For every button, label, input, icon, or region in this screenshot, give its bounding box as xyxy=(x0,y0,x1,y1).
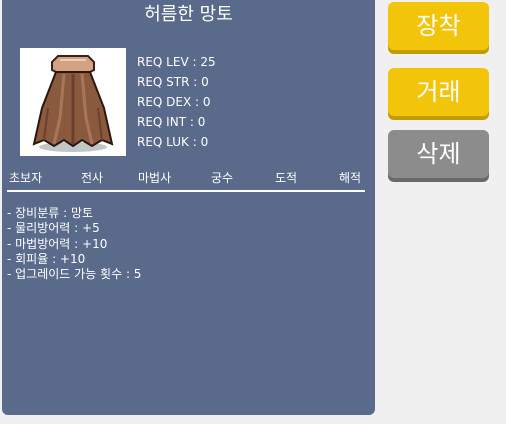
req-str: REQ STR : 0 xyxy=(137,75,209,89)
job-beginner: 초보자 xyxy=(9,171,43,185)
req-dex: REQ DEX : 0 xyxy=(137,95,211,109)
job-warrior: 전사 xyxy=(81,171,104,185)
job-thief: 도적 xyxy=(275,171,298,185)
job-bowman: 궁수 xyxy=(211,171,234,185)
stat-category: - 장비분류 : 망토 xyxy=(7,206,94,220)
item-icon-frame xyxy=(20,48,126,156)
trade-button[interactable]: 거래 xyxy=(388,68,489,116)
equip-button[interactable]: 장착 xyxy=(388,2,489,50)
stat-avoidability: - 회피율 : +10 xyxy=(7,251,86,266)
req-level: REQ LEV : 25 xyxy=(137,55,216,69)
divider xyxy=(7,190,365,192)
delete-button[interactable]: 삭제 xyxy=(388,130,489,178)
req-int: REQ INT : 0 xyxy=(137,115,206,129)
job-magician: 마법사 xyxy=(138,171,172,185)
job-pirate: 해적 xyxy=(339,171,362,185)
item-stats: - 장비분류 : 망토 - 물리방어력 : +5 - 마법방어력 : +10 -… xyxy=(7,206,141,282)
stat-upgrade-slots: - 업그레이드 가능 횟수 : 5 xyxy=(7,267,142,282)
stat-physical-defense: - 물리방어력 : +5 xyxy=(7,221,100,236)
stat-magic-defense: - 마법방어력 : +10 xyxy=(7,236,108,251)
job-list: 초보자 전사 마법사 궁수 도적 해적 xyxy=(2,170,375,186)
item-tooltip: 허름한 망토 REQ LEV : 25 REQ STR : 0 REQ DEX … xyxy=(2,0,375,415)
req-luk: REQ LUK : 0 xyxy=(137,135,209,149)
item-name: 허름한 망토 xyxy=(144,4,233,25)
cape-icon xyxy=(32,55,114,152)
requirements-list: REQ LEV : 25 REQ STR : 0 REQ DEX : 0 REQ… xyxy=(137,52,216,152)
